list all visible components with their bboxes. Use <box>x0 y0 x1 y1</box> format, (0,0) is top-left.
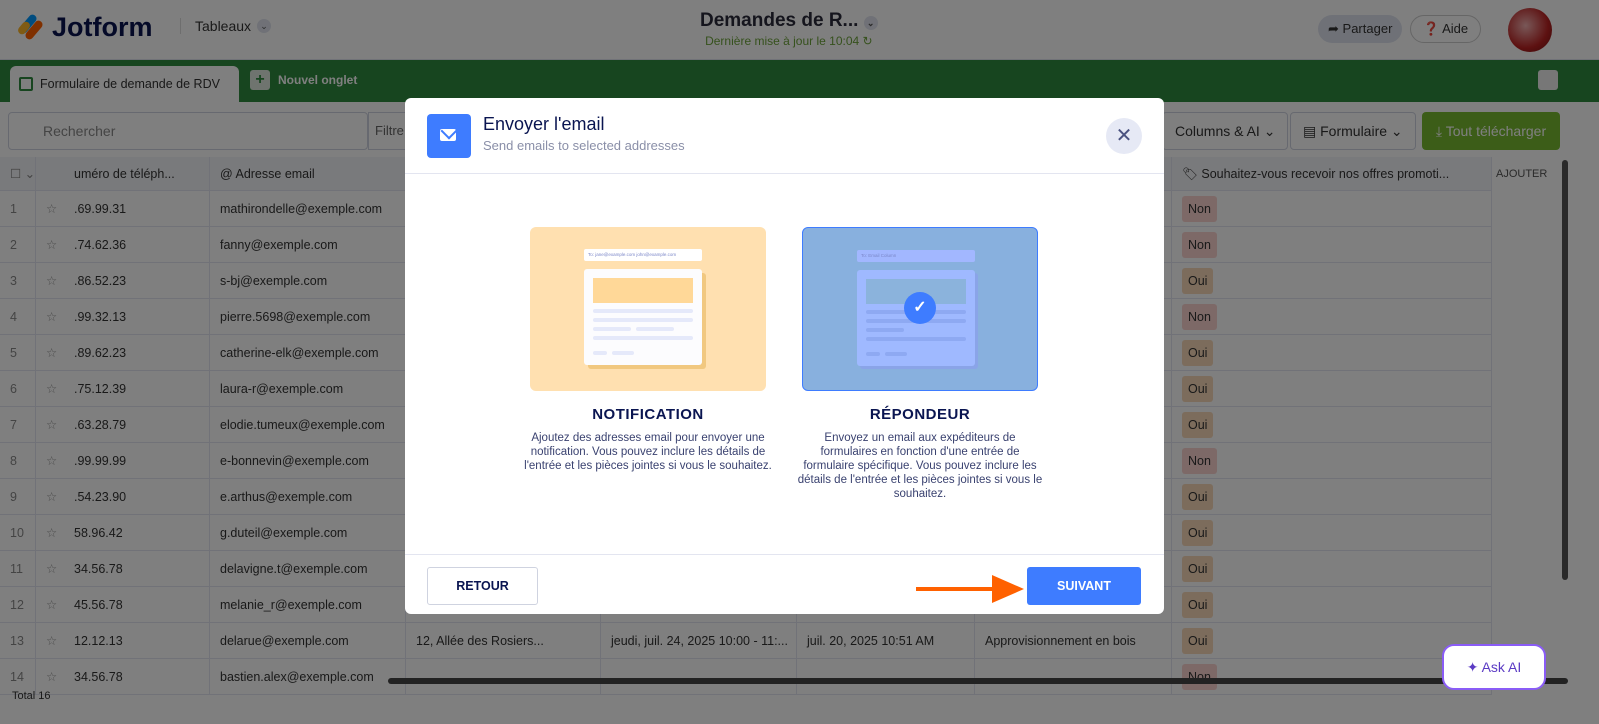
option-description: Ajoutez des adresses email pour envoyer … <box>524 432 772 472</box>
modal-title: Envoyer l'email <box>483 114 605 134</box>
illustration-to-field: To: jane@example.com john@example.com <box>584 249 702 261</box>
option-description: Envoyez un email aux expéditeurs de form… <box>797 432 1043 500</box>
modal-subtitle: Send emails to selected addresses <box>483 138 685 153</box>
option-title: NOTIFICATION <box>592 406 704 423</box>
ask-ai-label: Ask AI <box>1481 659 1522 675</box>
back-button[interactable]: RETOUR <box>427 567 538 605</box>
close-button[interactable]: ✕ <box>1106 118 1142 154</box>
illustration-to-field: To: Email Column <box>857 250 975 262</box>
option-title: RÉPONDEUR <box>869 406 971 423</box>
next-button[interactable]: SUIVANT <box>1027 567 1141 605</box>
sparkle-icon: ✦ <box>1466 659 1479 675</box>
email-illustration <box>584 269 702 365</box>
option-autoresponder[interactable]: To: Email Column ✓ <box>802 227 1038 391</box>
send-email-modal: Envoyer l'email Send emails to selected … <box>405 98 1164 614</box>
arrow-icon <box>916 575 1024 603</box>
check-icon: ✓ <box>904 292 936 324</box>
modal-footer: RETOUR SUIVANT <box>405 554 1164 614</box>
ask-ai-button[interactable]: ✦ Ask AI <box>1442 644 1546 690</box>
modal-header: Envoyer l'email Send emails to selected … <box>405 98 1164 174</box>
option-notification[interactable]: To: jane@example.com john@example.com <box>530 227 766 391</box>
envelope-icon <box>427 114 471 158</box>
